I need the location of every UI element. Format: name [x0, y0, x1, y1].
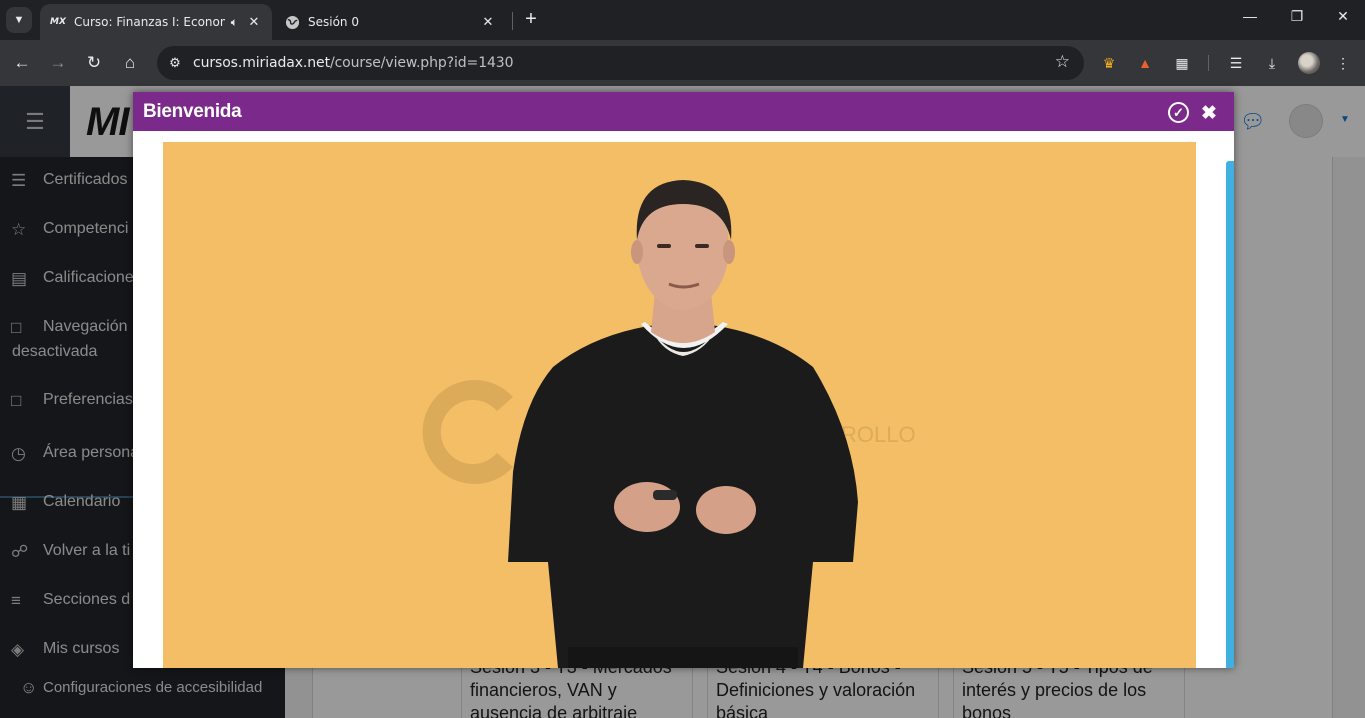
presenter-video-frame: ROLLO	[163, 142, 1196, 668]
modal-body: ROLLO	[133, 131, 1234, 668]
globe-icon	[284, 14, 300, 30]
url-path: /course/view.php?id=1430	[329, 55, 514, 71]
new-tab-button[interactable]: +	[519, 8, 543, 32]
tab-close-icon[interactable]: ✕	[246, 15, 262, 30]
url-host: cursos.miriadax.net	[193, 55, 330, 71]
welcome-video[interactable]: ROLLO	[163, 142, 1196, 668]
modal-header: Bienvenida ✓ ✖	[133, 92, 1234, 131]
tab-search-button[interactable]: ▼	[6, 7, 32, 33]
home-icon[interactable]: ⌂	[118, 51, 142, 75]
media-controls-icon[interactable]: ☰	[1225, 52, 1247, 74]
window-close-icon[interactable]: ✕	[1331, 8, 1355, 25]
modal-scrollbar[interactable]	[1226, 161, 1234, 668]
browser-tab-strip: ▼ MX Curso: Finanzas I: Economía 🔈︎ ✕ Se…	[0, 0, 1365, 40]
restore-icon[interactable]: ❐	[1285, 8, 1309, 25]
check-circle-icon[interactable]: ✓	[1168, 102, 1189, 123]
url-text[interactable]: cursos.miriadax.net/course/view.php?id=1…	[193, 55, 514, 71]
browser-toolbar: ← → ↻ ⌂ ⚙ cursos.miriadax.net/course/vie…	[0, 40, 1365, 86]
tab-title: Curso: Finanzas I: Economía	[74, 15, 225, 29]
tab-close-icon[interactable]: ✕	[480, 15, 496, 30]
toolbar-separator	[1208, 55, 1209, 71]
tab-title: Sesión 0	[308, 15, 359, 29]
watermark-text: ROLLO	[841, 422, 916, 447]
site-info-icon[interactable]: ⚙	[165, 53, 185, 73]
tab-curso-finanzas[interactable]: MX Curso: Finanzas I: Economía 🔈︎ ✕	[40, 4, 272, 40]
address-bar[interactable]: ⚙ cursos.miriadax.net/course/view.php?id…	[157, 46, 1084, 80]
modal-title: Bienvenida	[143, 101, 242, 122]
profile-avatar[interactable]	[1298, 52, 1320, 74]
reload-icon[interactable]: ↻	[82, 51, 106, 75]
welcome-modal: Bienvenida ✓ ✖ ROLLO	[133, 92, 1234, 668]
tab-sesion-0[interactable]: Sesión 0 ✕	[274, 4, 506, 40]
download-icon[interactable]: ⤓	[1261, 52, 1283, 74]
extensions-puzzle-icon[interactable]: ▦	[1171, 52, 1193, 74]
menu-kebab-icon[interactable]: ⋮	[1332, 52, 1354, 74]
tab-separator	[512, 12, 513, 30]
bookmark-star-icon[interactable]: ☆	[1055, 52, 1070, 72]
minimize-icon[interactable]: —	[1238, 8, 1262, 24]
crown-extension-icon[interactable]: ♛	[1098, 52, 1120, 74]
miriadax-favicon-icon: MX	[50, 17, 66, 27]
graduation-extension-icon[interactable]: ▲	[1134, 52, 1156, 74]
speaker-icon[interactable]: 🔈︎	[231, 15, 238, 30]
back-icon[interactable]: ←	[10, 51, 34, 75]
forward-icon[interactable]: →	[46, 51, 70, 75]
close-icon[interactable]: ✖	[1201, 102, 1217, 125]
